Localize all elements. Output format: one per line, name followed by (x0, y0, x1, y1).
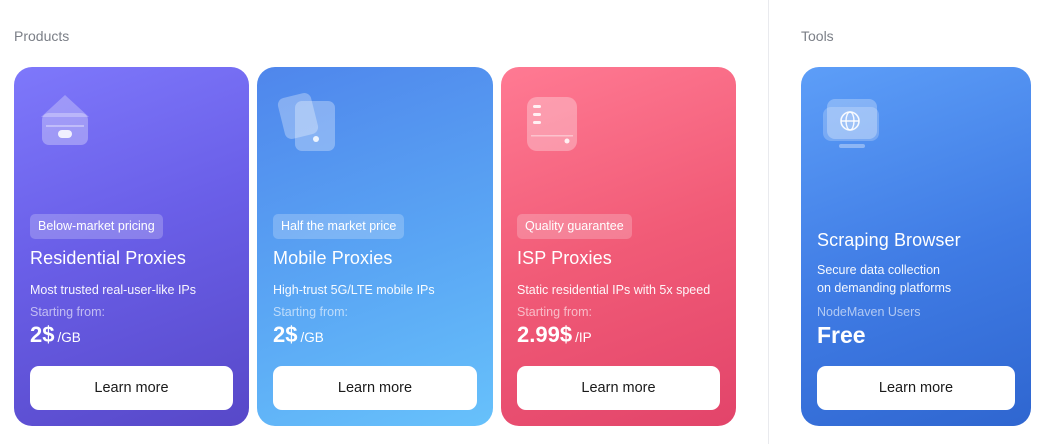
server-icon (521, 89, 583, 155)
starting-from-label: Starting from: (517, 305, 593, 319)
card-description: Most trusted real-user-like IPs (30, 283, 197, 297)
card-description-line: on demanding platforms (817, 281, 952, 295)
card-title: Scraping Browser (817, 230, 961, 250)
price-amount: 2.99$ (517, 322, 573, 347)
price: 2$/GB (30, 322, 81, 348)
price: 2$/GB (273, 322, 324, 348)
card-badge: Half the market price (273, 214, 405, 239)
price: Free (817, 322, 866, 349)
price: 2.99$/IP (517, 322, 592, 348)
price-unit: /IP (575, 330, 592, 345)
price-amount: 2$ (273, 322, 298, 347)
price-unit: /GB (300, 330, 324, 345)
learn-more-button[interactable]: Learn more (273, 366, 477, 410)
starting-from-label: Starting from: (30, 305, 106, 319)
home-icon (34, 89, 96, 155)
card-description-line: Secure data collection (817, 263, 940, 277)
starting-from-label: Starting from: (273, 305, 349, 319)
card-description: Static residential IPs with 5x speed (517, 283, 711, 297)
residential-proxies-card: Below-market pricing Residential Proxies… (14, 67, 249, 426)
mobile-proxies-card: Half the market price Mobile Proxies Hig… (257, 67, 493, 426)
learn-more-button[interactable]: Learn more (30, 366, 233, 410)
card-title: ISP Proxies (517, 248, 612, 268)
products-section-title: Products (14, 28, 70, 44)
mobile-icon (277, 89, 339, 155)
card-description: High-trust 5G/LTE mobile IPs (273, 283, 435, 297)
section-divider (768, 0, 769, 444)
isp-proxies-card: Quality guarantee ISP Proxies Static res… (501, 67, 736, 426)
globe-monitor-icon (821, 93, 883, 159)
price-unit: /GB (57, 330, 81, 345)
learn-more-button[interactable]: Learn more (517, 366, 720, 410)
card-description: Secure data collection on demanding plat… (817, 261, 951, 297)
learn-more-button[interactable]: Learn more (817, 366, 1015, 410)
price-amount: Free (817, 322, 866, 348)
tools-section-title: Tools (801, 28, 834, 44)
card-badge: Below-market pricing (30, 214, 163, 239)
scraping-browser-card: Scraping Browser Secure data collection … (801, 67, 1031, 426)
price-amount: 2$ (30, 322, 55, 347)
nodemaven-users-label: NodeMaven Users (817, 305, 921, 319)
card-title: Residential Proxies (30, 248, 186, 268)
card-title: Mobile Proxies (273, 248, 393, 268)
card-badge: Quality guarantee (517, 214, 632, 239)
